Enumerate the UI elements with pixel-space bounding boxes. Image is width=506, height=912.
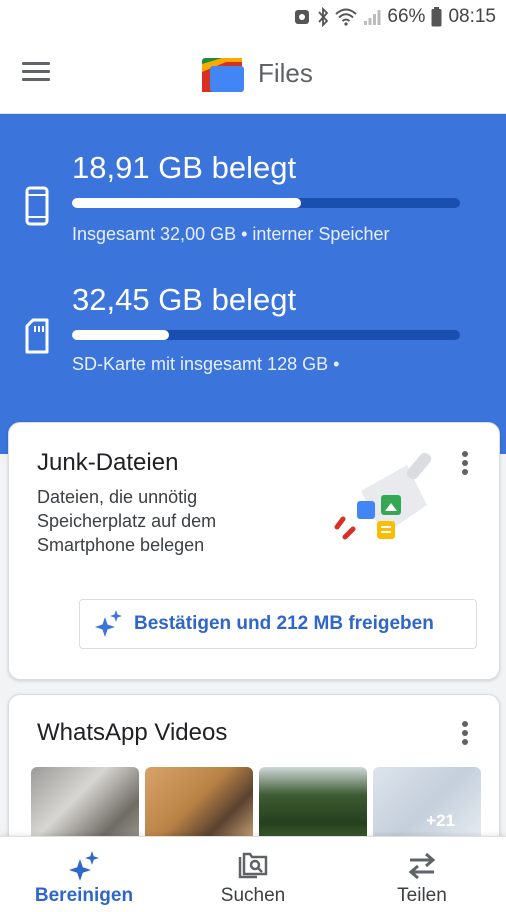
sparkle-icon — [69, 851, 99, 881]
nav-item-suchen[interactable]: Suchen — [169, 837, 337, 912]
status-icons: 66% 08:15 — [293, 6, 496, 28]
sd-card-icon — [25, 318, 49, 354]
sd-card-storage-bar — [72, 330, 460, 340]
internal-storage[interactable]: 18,91 GB belegt Insgesamt 32,00 GB • int… — [0, 150, 506, 260]
video-thumbnail-more[interactable]: +21 — [373, 767, 481, 847]
internal-storage-bar-fill — [72, 198, 301, 208]
app-bar: Files — [0, 34, 506, 114]
nav-label-bereinigen: Bereinigen — [34, 885, 134, 906]
junk-files-illustration — [334, 452, 432, 540]
battery-icon — [431, 7, 442, 27]
cell-signal-icon — [364, 10, 381, 25]
internal-storage-bar — [72, 198, 460, 208]
internal-storage-detail: Insgesamt 32,00 GB • interner Speicher — [72, 224, 390, 244]
nav-item-bereinigen[interactable]: Bereinigen — [0, 837, 168, 912]
sd-card-storage-used: 32,45 GB belegt — [72, 282, 297, 317]
more-videos-count: +21 — [426, 811, 455, 830]
nav-label-teilen: Teilen — [397, 885, 447, 906]
storage-summary: 18,91 GB belegt Insgesamt 32,00 GB • int… — [0, 114, 506, 454]
data-saver-icon — [295, 10, 310, 24]
sd-card-storage-detail: SD-Karte mit insgesamt 128 GB • — [72, 354, 340, 374]
nav-item-teilen[interactable]: Teilen — [338, 837, 506, 912]
junk-files-card: Junk-Dateien Dateien, die unnötig Speich… — [8, 422, 500, 680]
confirm-free-space-button[interactable]: Bestätigen und 212 MB freigeben — [79, 599, 477, 649]
junk-card-more-icon[interactable] — [461, 451, 469, 479]
phone-icon — [25, 186, 49, 226]
status-bar: 66% 08:15 — [0, 0, 506, 34]
whatsapp-card-title: WhatsApp Videos — [37, 719, 228, 746]
menu-icon[interactable] — [22, 62, 50, 84]
bluetooth-icon — [318, 7, 329, 27]
bottom-navigation: Bereinigen Suchen Teilen — [0, 836, 506, 912]
whatsapp-card-more-icon[interactable] — [461, 721, 469, 749]
sd-card-storage[interactable]: 32,45 GB belegt SD-Karte mit insgesamt 1… — [0, 282, 506, 392]
swap-arrows-icon — [408, 852, 436, 880]
video-thumbnails: +21 — [31, 767, 481, 847]
files-logo-icon — [202, 58, 244, 92]
internal-storage-used: 18,91 GB belegt — [72, 150, 297, 185]
clock: 08:15 — [448, 6, 496, 27]
battery-percent: 66% — [387, 6, 426, 27]
sparkle-icon — [95, 610, 122, 637]
sd-card-storage-bar-fill — [72, 330, 169, 340]
junk-card-title: Junk-Dateien — [37, 449, 179, 476]
video-thumbnail[interactable] — [31, 767, 139, 847]
video-thumbnail[interactable] — [145, 767, 253, 847]
video-thumbnail[interactable] — [259, 767, 367, 847]
app-title: Files — [258, 58, 313, 88]
search-files-icon — [238, 852, 268, 879]
nav-label-suchen: Suchen — [220, 885, 286, 906]
wifi-icon — [335, 8, 358, 26]
junk-card-description: Dateien, die unnötig Speicherplatz auf d… — [37, 487, 217, 555]
confirm-free-space-label: Bestätigen und 212 MB freigeben — [134, 613, 434, 634]
